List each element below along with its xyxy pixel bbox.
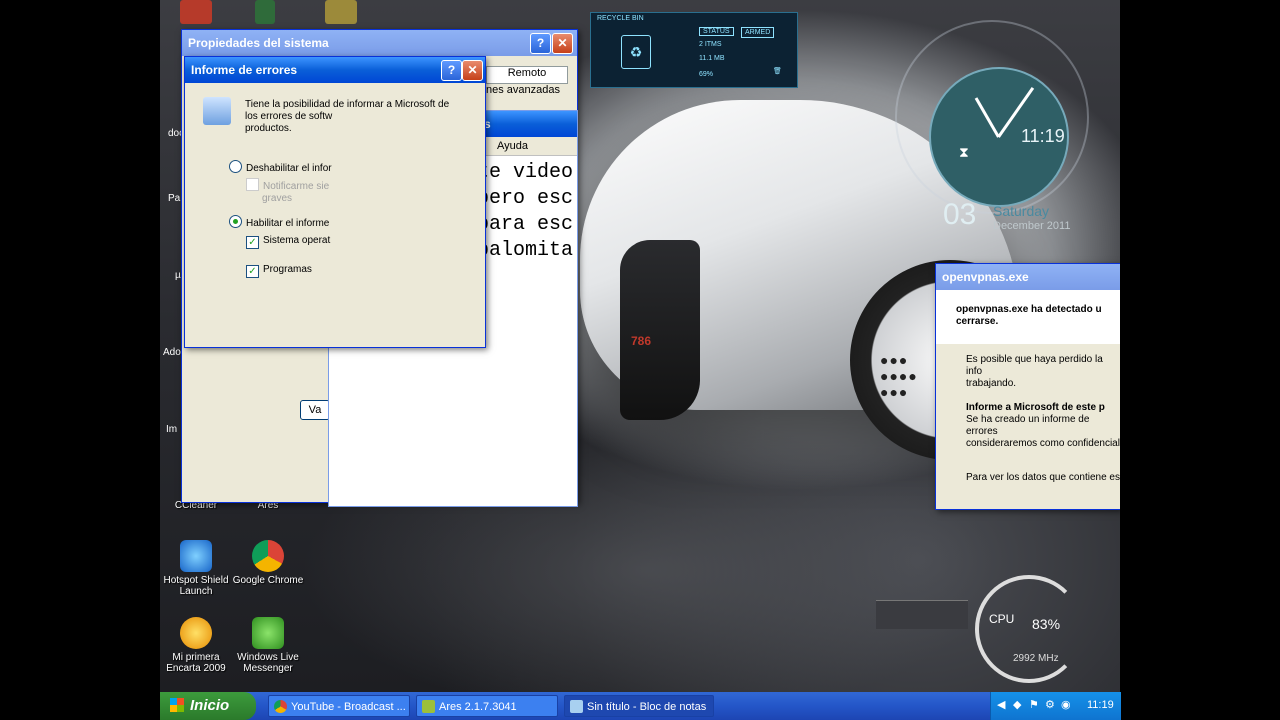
date-day: 03 bbox=[943, 198, 977, 231]
dialog-title: Informe de errores bbox=[191, 63, 298, 77]
windows-logo-icon bbox=[170, 698, 184, 712]
desktop-icon-partial[interactable] bbox=[255, 0, 275, 24]
tray-network-icon[interactable]: ◆ bbox=[1013, 698, 1021, 711]
desktop-icon-messenger[interactable]: Windows Live Messenger bbox=[232, 617, 304, 674]
bike-number: 786 bbox=[631, 334, 652, 348]
computer-icon bbox=[203, 97, 231, 125]
radio-icon[interactable] bbox=[229, 160, 242, 173]
desktop-icon-partial[interactable] bbox=[325, 0, 357, 24]
cpu-graph bbox=[876, 600, 968, 629]
window-title: Propiedades del sistema bbox=[188, 36, 329, 50]
taskbar: Inicio YouTube - Broadcast ... Ares 2.1.… bbox=[160, 692, 1121, 720]
tray-ares-icon[interactable]: ⚑ bbox=[1029, 698, 1039, 711]
close-button[interactable]: ✕ bbox=[462, 60, 483, 81]
partial-icon-label: µ bbox=[175, 270, 181, 281]
partial-button[interactable]: Va bbox=[300, 400, 330, 420]
encarta-icon bbox=[180, 617, 212, 649]
start-button[interactable]: Inicio bbox=[160, 692, 256, 720]
checkbox-operating-system[interactable]: ✓ Sistema operat bbox=[246, 235, 330, 249]
radio-enable-reporting[interactable]: Habilitar el informe bbox=[229, 215, 329, 229]
task-notepad[interactable]: Sin título - Bloc de notas bbox=[564, 695, 714, 717]
wallpaper-bike-dots: ●●● ●●●● ●●● bbox=[880, 352, 918, 400]
checkbox-icon bbox=[246, 178, 259, 191]
error-description: Tiene la posibilidad de informar a Micro… bbox=[245, 99, 450, 134]
checkbox-icon[interactable]: ✓ bbox=[246, 265, 259, 278]
desktop-icon-google-chrome[interactable]: Google Chrome bbox=[232, 540, 304, 586]
openvpn-titlebar[interactable]: openvpnas.exe bbox=[936, 264, 1120, 290]
openvpn-error-dialog[interactable]: openvpnas.exe openvpnas.exe ha detectado… bbox=[935, 263, 1120, 510]
cpu-percent: 83% bbox=[1032, 616, 1061, 632]
tray-back-icon[interactable]: ◀ bbox=[997, 698, 1005, 711]
partial-icon-label: Pa bbox=[168, 193, 181, 204]
gadget-armed-button[interactable]: ARMED bbox=[741, 27, 775, 38]
tray-clock[interactable]: 11:19 bbox=[1087, 699, 1114, 711]
advanced-options-label: nes avanzadas bbox=[486, 84, 560, 96]
gadget-trash-button-icon[interactable]: 🗑 bbox=[773, 67, 782, 75]
openvpn-header: openvpnas.exe ha detectado u cerrarse. bbox=[936, 290, 1120, 344]
tab-remote[interactable]: Remoto bbox=[486, 66, 568, 84]
gadget-title: RECYCLE BIN bbox=[597, 15, 644, 22]
system-tray: ◀ ◆ ⚑ ⚙ ◉ 11:19 bbox=[990, 692, 1121, 720]
task-youtube[interactable]: YouTube - Broadcast ... bbox=[268, 695, 410, 717]
radio-icon[interactable] bbox=[229, 215, 242, 228]
hourglass-icon: ⧗ bbox=[959, 144, 969, 160]
gadget-status-label: STATUS bbox=[699, 27, 734, 36]
clock-widget: 11:19 ⧗ bbox=[895, 20, 1089, 214]
dialog-title: openvpnas.exe bbox=[942, 270, 1029, 284]
chrome-icon bbox=[252, 540, 284, 572]
task-ares[interactable]: Ares 2.1.7.3041 bbox=[416, 695, 558, 717]
cpu-label: CPU bbox=[989, 612, 1015, 626]
chrome-icon bbox=[274, 700, 287, 713]
gadget-items: 2 ITMS bbox=[699, 41, 722, 48]
notepad-icon bbox=[570, 700, 583, 713]
gadget-size: 11.1 MB bbox=[699, 55, 725, 62]
trash-icon: ♻ bbox=[621, 35, 651, 69]
checkbox-notify-critical: Notificarme sie graves bbox=[246, 178, 329, 205]
openvpn-body: Es posible que haya perdido la info trab… bbox=[966, 354, 1120, 483]
help-button[interactable]: ? bbox=[530, 33, 551, 54]
cpu-freq: 2992 MHz bbox=[1013, 653, 1059, 664]
gadget-percent: 69% bbox=[699, 71, 714, 78]
partial-icon-label: Ado bbox=[163, 347, 181, 358]
desktop-icon-encarta[interactable]: Mi primera Encarta 2009 bbox=[160, 617, 232, 674]
desktop-icon-partial[interactable] bbox=[180, 0, 212, 24]
close-button[interactable]: ✕ bbox=[552, 33, 573, 54]
menu-help[interactable]: Ayuda bbox=[497, 140, 528, 152]
error-reporting-dialog[interactable]: Informe de errores ? ✕ Tiene la posibili… bbox=[184, 56, 486, 348]
recycle-bin-gadget[interactable]: RECYCLE BIN ♻ STATUS 2 ITMS 11.1 MB 69% … bbox=[590, 12, 798, 88]
tray-update-icon[interactable]: ◉ bbox=[1061, 698, 1071, 711]
system-properties-titlebar[interactable]: Propiedades del sistema ? ✕ bbox=[182, 30, 577, 56]
partial-icon-label: Im bbox=[166, 424, 178, 435]
date-month-year: December 2011 bbox=[993, 220, 1071, 232]
checkbox-programs[interactable]: ✓ Programas bbox=[246, 264, 312, 278]
help-button[interactable]: ? bbox=[441, 60, 462, 81]
desktop: ●●● ●●●● ●●● 786 11:19 ⧗ 03 Saturday Decem… bbox=[160, 0, 1120, 720]
wallpaper-bike-panel bbox=[620, 240, 700, 420]
hotspot-shield-icon bbox=[180, 540, 212, 572]
radio-disable-reporting[interactable]: Deshabilitar el infor bbox=[229, 160, 332, 174]
desktop-icon-hotspot-shield[interactable]: Hotspot Shield Launch bbox=[160, 540, 232, 597]
tray-security-icon[interactable]: ⚙ bbox=[1045, 698, 1055, 711]
date-weekday: Saturday bbox=[993, 203, 1050, 219]
checkbox-icon[interactable]: ✓ bbox=[246, 236, 259, 249]
ares-icon bbox=[422, 700, 435, 713]
clock-time: 11:19 bbox=[1021, 126, 1065, 146]
error-reporting-titlebar[interactable]: Informe de errores ? ✕ bbox=[185, 57, 485, 83]
cpu-gauge bbox=[975, 575, 1083, 683]
messenger-icon bbox=[252, 617, 284, 649]
